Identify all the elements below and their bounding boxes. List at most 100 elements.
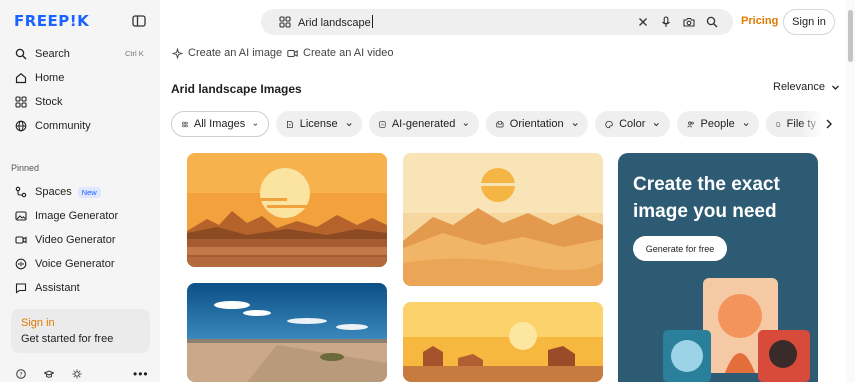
generate-for-free-button[interactable]: Generate for free (633, 236, 727, 261)
filter-color[interactable]: Color (595, 111, 670, 137)
filter-label: AI-generated (391, 118, 456, 130)
sidebar-item-label: Video Generator (35, 234, 116, 246)
svg-text:AI: AI (381, 122, 384, 126)
filter-label: People (700, 118, 735, 130)
globe-icon (15, 120, 27, 132)
promo-headline: Create the exact image you need (633, 174, 780, 222)
spaces-icon (15, 186, 27, 198)
filter-label: Color (619, 118, 646, 130)
svg-text:?: ? (19, 371, 22, 379)
orientation-icon (496, 120, 504, 127)
sidebar-item-home[interactable]: Home (15, 69, 64, 87)
sparkle-icon (172, 47, 183, 59)
chevron-down-icon (253, 122, 258, 126)
chevron-down-icon (743, 122, 749, 126)
filter-orientation[interactable]: Orientation (486, 111, 588, 137)
signin-button[interactable]: Sign in (783, 9, 835, 35)
freepik-logo[interactable]: FREEP!K (14, 12, 89, 30)
video-icon (287, 49, 298, 57)
sidebar-item-label: Home (35, 72, 65, 84)
camera-icon[interactable] (683, 16, 695, 28)
filter-label: License (299, 118, 338, 130)
ai-icon: AI (379, 120, 386, 128)
asset-type-icon[interactable] (279, 16, 291, 28)
search-submit-icon[interactable] (706, 16, 718, 28)
search-query: Arid landscape (298, 17, 371, 29)
pricing-link[interactable]: Pricing (741, 15, 778, 27)
chevron-down-icon (572, 122, 578, 126)
grid-icon (182, 121, 188, 127)
promo-collage-image (663, 278, 810, 382)
signin-card-title[interactable]: Sign in (21, 317, 140, 329)
sidebar-item-video-generator[interactable]: Video Generator (15, 231, 116, 249)
sidebar-item-label: Community (35, 120, 91, 132)
filter-label: Orientation (509, 118, 564, 130)
create-ai-video-label: Create an AI video (303, 47, 394, 59)
sidebar-item-voice-generator[interactable]: Voice Generator (15, 255, 115, 273)
license-icon (287, 120, 293, 128)
filter-all-images[interactable]: All Images (171, 111, 269, 137)
create-ai-video-link[interactable]: Create an AI video (287, 47, 394, 59)
scrollbar-thumb[interactable] (848, 10, 853, 62)
assistant-icon (15, 283, 27, 294)
new-badge: New (77, 186, 101, 198)
search-icon (15, 48, 27, 60)
clear-icon[interactable] (637, 16, 649, 28)
sidebar-item-label: Voice Generator (35, 258, 115, 270)
chevron-down-icon (464, 122, 469, 126)
page-title: Arid landscape Images (171, 82, 302, 96)
sidebar-item-stock[interactable]: Stock (15, 93, 63, 111)
signin-card[interactable]: Sign in Get started for free (11, 309, 150, 353)
search-bar[interactable]: Arid landscape (261, 9, 733, 35)
sidebar-item-label: Stock (35, 96, 63, 108)
image-result-desert-plain[interactable] (187, 283, 387, 382)
pinned-heading: Pinned (11, 163, 40, 173)
filter-people[interactable]: People (677, 111, 759, 137)
sidebar-item-label: Image Generator (35, 210, 119, 222)
sidebar-item-label: Assistant (35, 282, 80, 294)
theme-icon[interactable] (72, 369, 82, 379)
palette-icon (605, 120, 613, 128)
sidebar-item-assistant[interactable]: Assistant (15, 279, 80, 297)
chevron-down-icon (346, 122, 352, 126)
sidebar: FREEP!K Search Ctrl K Home Stock Communi… (0, 0, 160, 382)
video-icon (15, 236, 27, 244)
search-shortcut: Ctrl K (125, 49, 144, 58)
sidebar-footer: ? (16, 369, 82, 379)
more-options-icon[interactable]: ••• (133, 367, 149, 381)
chevron-down-icon (832, 85, 839, 90)
sort-dropdown[interactable]: Relevance (773, 81, 840, 93)
filter-label: All Images (193, 118, 246, 130)
create-ai-image-link[interactable]: Create an AI image (172, 47, 282, 59)
sidebar-item-label: Search (35, 48, 70, 60)
signin-card-subtitle: Get started for free (21, 333, 114, 345)
sidebar-toggle-icon[interactable] (132, 14, 146, 28)
home-icon (15, 73, 27, 84)
voice-icon (15, 258, 27, 270)
microphone-icon[interactable] (660, 16, 672, 28)
sidebar-item-spaces[interactable]: Spaces New (15, 183, 101, 201)
sidebar-item-search[interactable]: Search (15, 45, 70, 63)
people-icon (687, 121, 694, 127)
sort-label: Relevance (773, 81, 825, 93)
create-ai-image-label: Create an AI image (188, 47, 283, 59)
learn-icon[interactable] (44, 369, 54, 379)
image-result-sunset-desert[interactable] (187, 153, 387, 267)
image-result-dunes[interactable] (403, 153, 603, 286)
help-icon[interactable]: ? (16, 369, 26, 379)
image-icon (15, 211, 27, 221)
promo-card: Create the exact image you need (618, 153, 818, 382)
filter-license[interactable]: License (276, 111, 362, 137)
chevron-right-icon[interactable] (824, 118, 834, 130)
search-input[interactable]: Arid landscape (298, 15, 373, 29)
text-caret (371, 15, 373, 28)
chevron-down-icon (654, 122, 660, 126)
stock-icon (15, 96, 27, 108)
page-scrollbar[interactable] (846, 0, 855, 382)
sidebar-item-label: Spaces (35, 186, 72, 198)
filter-ai-generated[interactable]: AI AI-generated (369, 111, 479, 137)
filter-scroll-fade (800, 108, 840, 140)
sidebar-item-community[interactable]: Community (15, 117, 91, 135)
image-result-canyon-sunset[interactable] (403, 302, 603, 382)
sidebar-item-image-generator[interactable]: Image Generator (15, 207, 118, 225)
